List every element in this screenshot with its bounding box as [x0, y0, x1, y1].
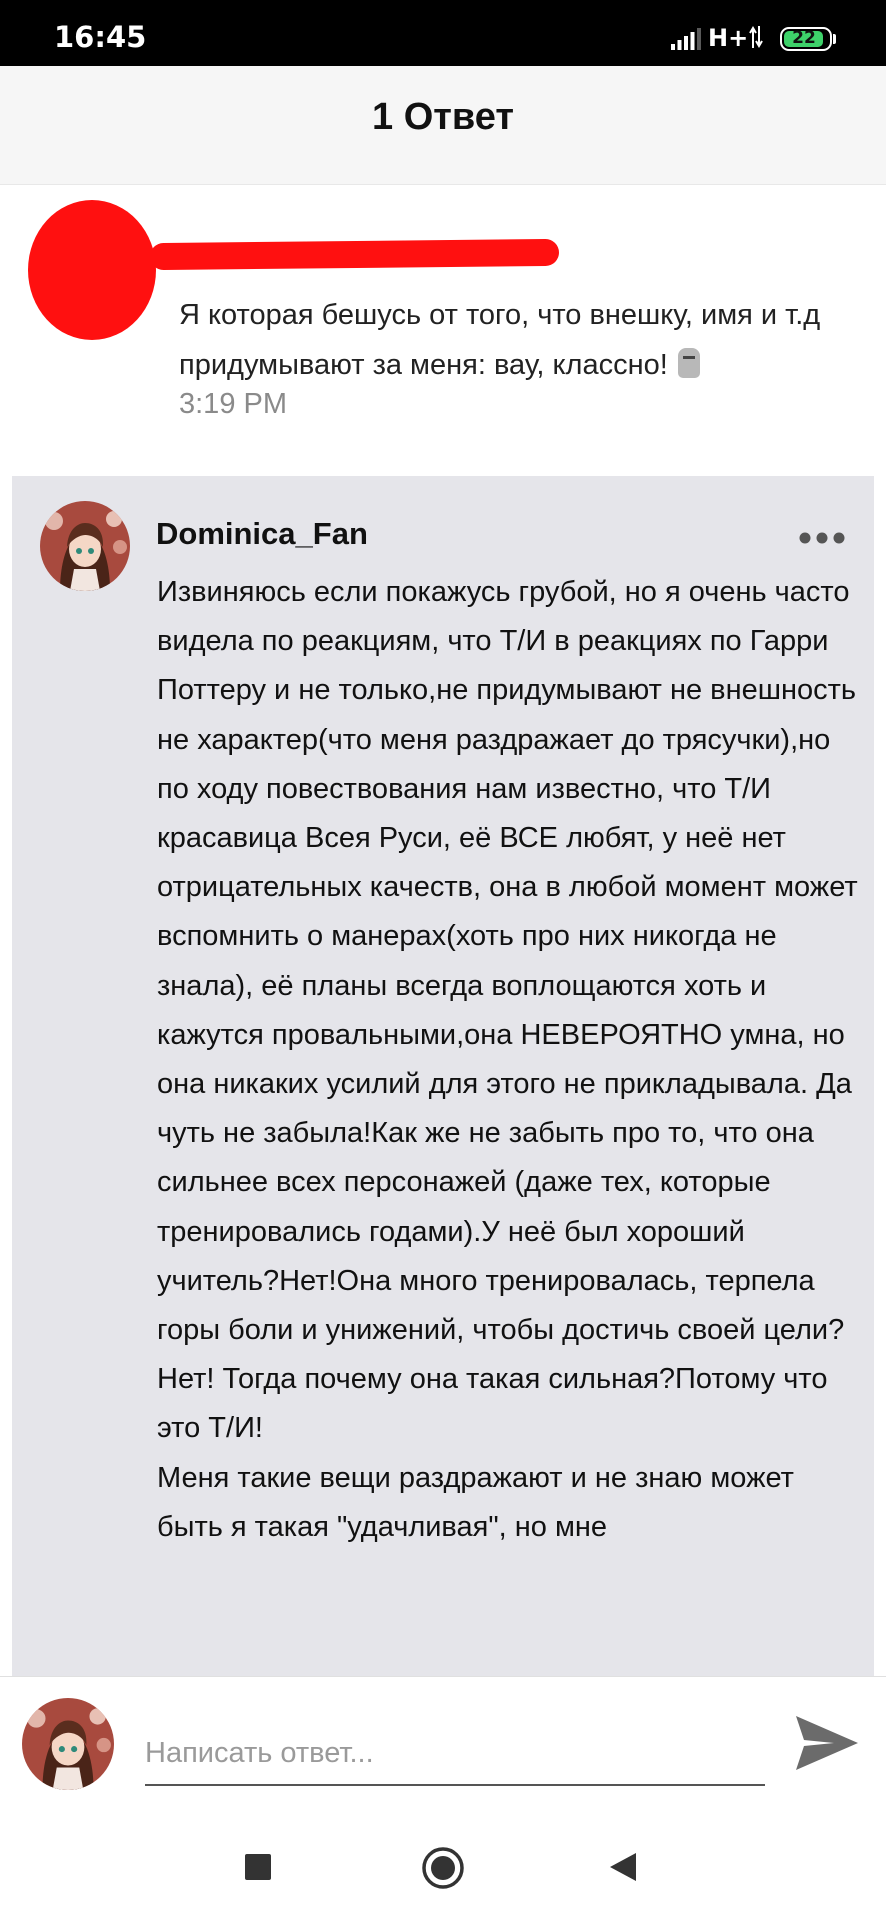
- avatar-image: [40, 501, 130, 591]
- back-icon[interactable]: [606, 1850, 640, 1884]
- redaction-username-mark: [149, 238, 560, 271]
- status-bar: 16:45 H+ 22: [0, 0, 886, 66]
- status-time: 16:45: [54, 20, 147, 54]
- recent-apps-icon[interactable]: [244, 1853, 272, 1881]
- battery-tip: [833, 34, 836, 44]
- header: 1 Ответ: [0, 66, 886, 185]
- original-comment-time: 3:19 PM: [179, 388, 287, 420]
- avatar-image: [22, 1698, 114, 1790]
- avatar: [22, 1698, 114, 1790]
- signal-strength-icon: [671, 28, 701, 50]
- more-options-icon[interactable]: [797, 525, 847, 551]
- original-comment-text: Я которая бешусь от того, что внешку, им…: [179, 290, 859, 390]
- home-icon[interactable]: [421, 1846, 465, 1890]
- redaction-avatar-mark: [28, 200, 156, 340]
- data-arrows-icon: [749, 26, 763, 48]
- reply-text: Извиняюсь если покажусь грубой, но я оче…: [157, 576, 858, 1543]
- send-icon[interactable]: [790, 1706, 864, 1780]
- page-title: 1 Ответ: [372, 96, 514, 138]
- reply-input[interactable]: [145, 1722, 765, 1786]
- reply-username[interactable]: Dominica_Fan: [156, 516, 368, 552]
- avatar[interactable]: [40, 501, 130, 591]
- battery-icon: 22: [780, 27, 832, 51]
- battery-level: 22: [792, 28, 816, 48]
- original-comment-body: Я которая бешусь от того, что внешку, им…: [179, 299, 821, 381]
- network-type: H+: [708, 24, 749, 52]
- moai-icon: [677, 348, 700, 378]
